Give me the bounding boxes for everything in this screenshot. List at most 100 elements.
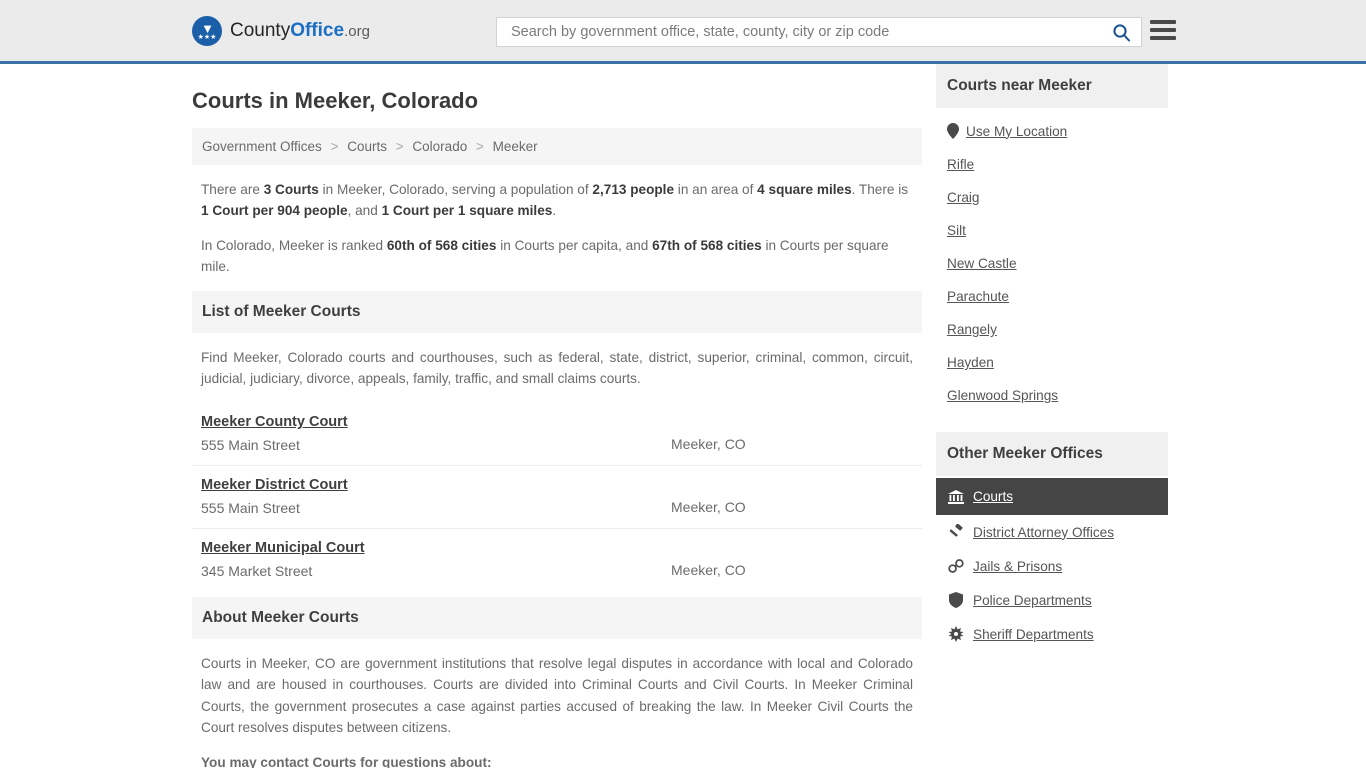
sidebar-item-rangely[interactable]: Rangely — [936, 313, 1168, 346]
map-pin-icon — [947, 123, 959, 139]
court-name-link[interactable]: Meeker County Court — [201, 414, 348, 430]
logo-text-org: .org — [344, 22, 370, 40]
table-row: Meeker Municipal Court 345 Market Street… — [192, 529, 922, 591]
stat-court-count: 3 Courts — [263, 182, 319, 197]
logo-text-county: County — [230, 19, 291, 41]
hamburger-bar — [1150, 20, 1176, 24]
intro-text: In Colorado, Meeker is ranked — [201, 238, 387, 254]
sidebar-item-use-my-location[interactable]: Use My Location — [936, 114, 1168, 148]
nearby-city-link[interactable]: Rifle — [947, 157, 974, 172]
table-row: Meeker County Court 555 Main Street Meek… — [192, 403, 922, 467]
breadcrumb: Government Offices > Courts > Colorado >… — [192, 128, 922, 165]
court-city: Meeker, CO — [671, 436, 746, 453]
search-bar[interactable] — [496, 17, 1142, 47]
intro-text: in Meeker, Colorado, serving a populatio… — [318, 182, 593, 197]
list-section-body: Find Meeker, Colorado courts and courtho… — [192, 333, 922, 389]
stat-per-capita: 1 Court per 904 people — [201, 203, 348, 219]
nearby-city-link[interactable]: New Castle — [947, 256, 1017, 271]
search-icon — [1113, 23, 1130, 41]
sidebar-item-jails-prisons[interactable]: Jails & Prisons — [936, 549, 1168, 583]
nearby-city-link[interactable]: Parachute — [947, 289, 1009, 304]
sheriff-star-icon — [947, 626, 964, 642]
breadcrumb-item-government-offices[interactable]: Government Offices — [202, 139, 322, 154]
gavel-icon — [947, 524, 964, 540]
site-logo[interactable]: ▼ ★★★ CountyOffice.org — [192, 15, 370, 46]
office-link-courts[interactable]: Courts — [973, 489, 1013, 504]
rank-per-square-mile: 67th of 568 cities — [652, 238, 762, 254]
breadcrumb-item-courts[interactable]: Courts — [347, 139, 387, 154]
intro-stats: There are 3 Courts in Meeker, Colorado, … — [192, 165, 922, 277]
office-link-sheriff-departments[interactable]: Sheriff Departments — [973, 627, 1094, 642]
court-name-link[interactable]: Meeker Municipal Court — [201, 540, 365, 556]
rank-per-capita: 60th of 568 cities — [386, 238, 497, 254]
intro-text: There are — [201, 182, 264, 197]
intro-paragraph-counts: There are 3 Courts in Meeker, Colorado, … — [201, 179, 913, 221]
nearby-cities-list: Use My Location Rifle Craig Silt New Cas… — [936, 108, 1168, 414]
nearby-city-link[interactable]: Craig — [947, 190, 979, 205]
sidebar-item-district-attorney-offices[interactable]: District Attorney Offices — [936, 515, 1168, 549]
nearby-city-link[interactable]: Rangely — [947, 322, 997, 337]
sidebar-item-sheriff-departments[interactable]: Sheriff Departments — [936, 617, 1168, 651]
sidebar-item-glenwood-springs[interactable]: Glenwood Springs — [936, 379, 1168, 412]
court-city: Meeker, CO — [671, 499, 746, 516]
courthouse-icon — [947, 489, 964, 504]
sidebar-item-courts[interactable]: Courts — [936, 478, 1168, 515]
sidebar-item-hayden[interactable]: Hayden — [936, 346, 1168, 379]
intro-text: . There is — [851, 182, 909, 197]
sidebar-item-craig[interactable]: Craig — [936, 181, 1168, 214]
logo-text: CountyOffice.org — [230, 20, 370, 42]
nearby-city-link[interactable]: Hayden — [947, 355, 994, 370]
court-address: 555 Main Street — [201, 437, 300, 454]
sidebar-heading-offices: Other Meeker Offices — [936, 432, 1168, 476]
contact-lead-text: You may contact Courts for questions abo… — [201, 754, 492, 768]
breadcrumb-item-meeker[interactable]: Meeker — [493, 139, 538, 154]
sidebar: Courts near Meeker Use My Location Rifle… — [936, 64, 1168, 651]
logo-text-office: Office — [290, 19, 345, 41]
page-container: Courts in Meeker, Colorado Government Of… — [0, 64, 1366, 768]
use-my-location-link[interactable]: Use My Location — [966, 124, 1067, 139]
intro-text: in Courts per capita, and — [496, 238, 653, 254]
court-city: Meeker, CO — [671, 562, 746, 579]
hamburger-bar — [1150, 28, 1176, 32]
nearby-city-link[interactable]: Silt — [947, 223, 966, 238]
sidebar-heading-near: Courts near Meeker — [936, 64, 1168, 108]
section-heading-about: About Meeker Courts — [192, 597, 922, 640]
search-input[interactable] — [509, 23, 1108, 41]
intro-text: . — [552, 203, 557, 219]
court-list: Meeker County Court 555 Main Street Meek… — [192, 403, 922, 591]
court-info: Meeker District Court 555 Main Street — [201, 476, 671, 516]
office-link-district-attorney[interactable]: District Attorney Offices — [973, 525, 1114, 540]
about-paragraph: Courts in Meeker, CO are government inst… — [201, 656, 913, 735]
court-address: 555 Main Street — [201, 500, 300, 517]
search-button[interactable] — [1108, 23, 1135, 42]
breadcrumb-item-colorado[interactable]: Colorado — [412, 139, 467, 154]
intro-text: in an area of — [674, 182, 758, 197]
shield-icon — [947, 592, 964, 608]
breadcrumb-separator: > — [330, 139, 339, 154]
breadcrumb-separator: > — [395, 139, 404, 154]
intro-paragraph-rank: In Colorado, Meeker is ranked 60th of 56… — [201, 235, 913, 277]
site-header: ▼ ★★★ CountyOffice.org — [0, 0, 1366, 64]
list-description: Find Meeker, Colorado courts and courtho… — [201, 350, 913, 387]
sidebar-item-rifle[interactable]: Rifle — [936, 148, 1168, 181]
sidebar-item-new-castle[interactable]: New Castle — [936, 247, 1168, 280]
handcuffs-icon — [947, 558, 964, 574]
sidebar-item-silt[interactable]: Silt — [936, 214, 1168, 247]
stat-area: 4 square miles — [757, 182, 852, 197]
about-section-body: Courts in Meeker, CO are government inst… — [192, 639, 922, 768]
table-row: Meeker District Court 555 Main Street Me… — [192, 466, 922, 530]
court-info: Meeker County Court 555 Main Street — [201, 413, 671, 453]
other-offices-list: Courts District Attorney Offices Jails &… — [936, 478, 1168, 651]
intro-text: , and — [347, 203, 382, 219]
breadcrumb-separator: > — [475, 139, 484, 154]
main-content: Courts in Meeker, Colorado Government Of… — [192, 64, 922, 768]
hamburger-menu-icon[interactable] — [1150, 20, 1176, 40]
nearby-city-link[interactable]: Glenwood Springs — [947, 388, 1058, 403]
court-name-link[interactable]: Meeker District Court — [201, 477, 348, 493]
section-heading-list: List of Meeker Courts — [192, 291, 922, 334]
sidebar-item-police-departments[interactable]: Police Departments — [936, 583, 1168, 617]
office-link-jails-prisons[interactable]: Jails & Prisons — [973, 559, 1062, 574]
page-title: Courts in Meeker, Colorado — [192, 88, 479, 113]
sidebar-item-parachute[interactable]: Parachute — [936, 280, 1168, 313]
office-link-police-departments[interactable]: Police Departments — [973, 593, 1092, 608]
